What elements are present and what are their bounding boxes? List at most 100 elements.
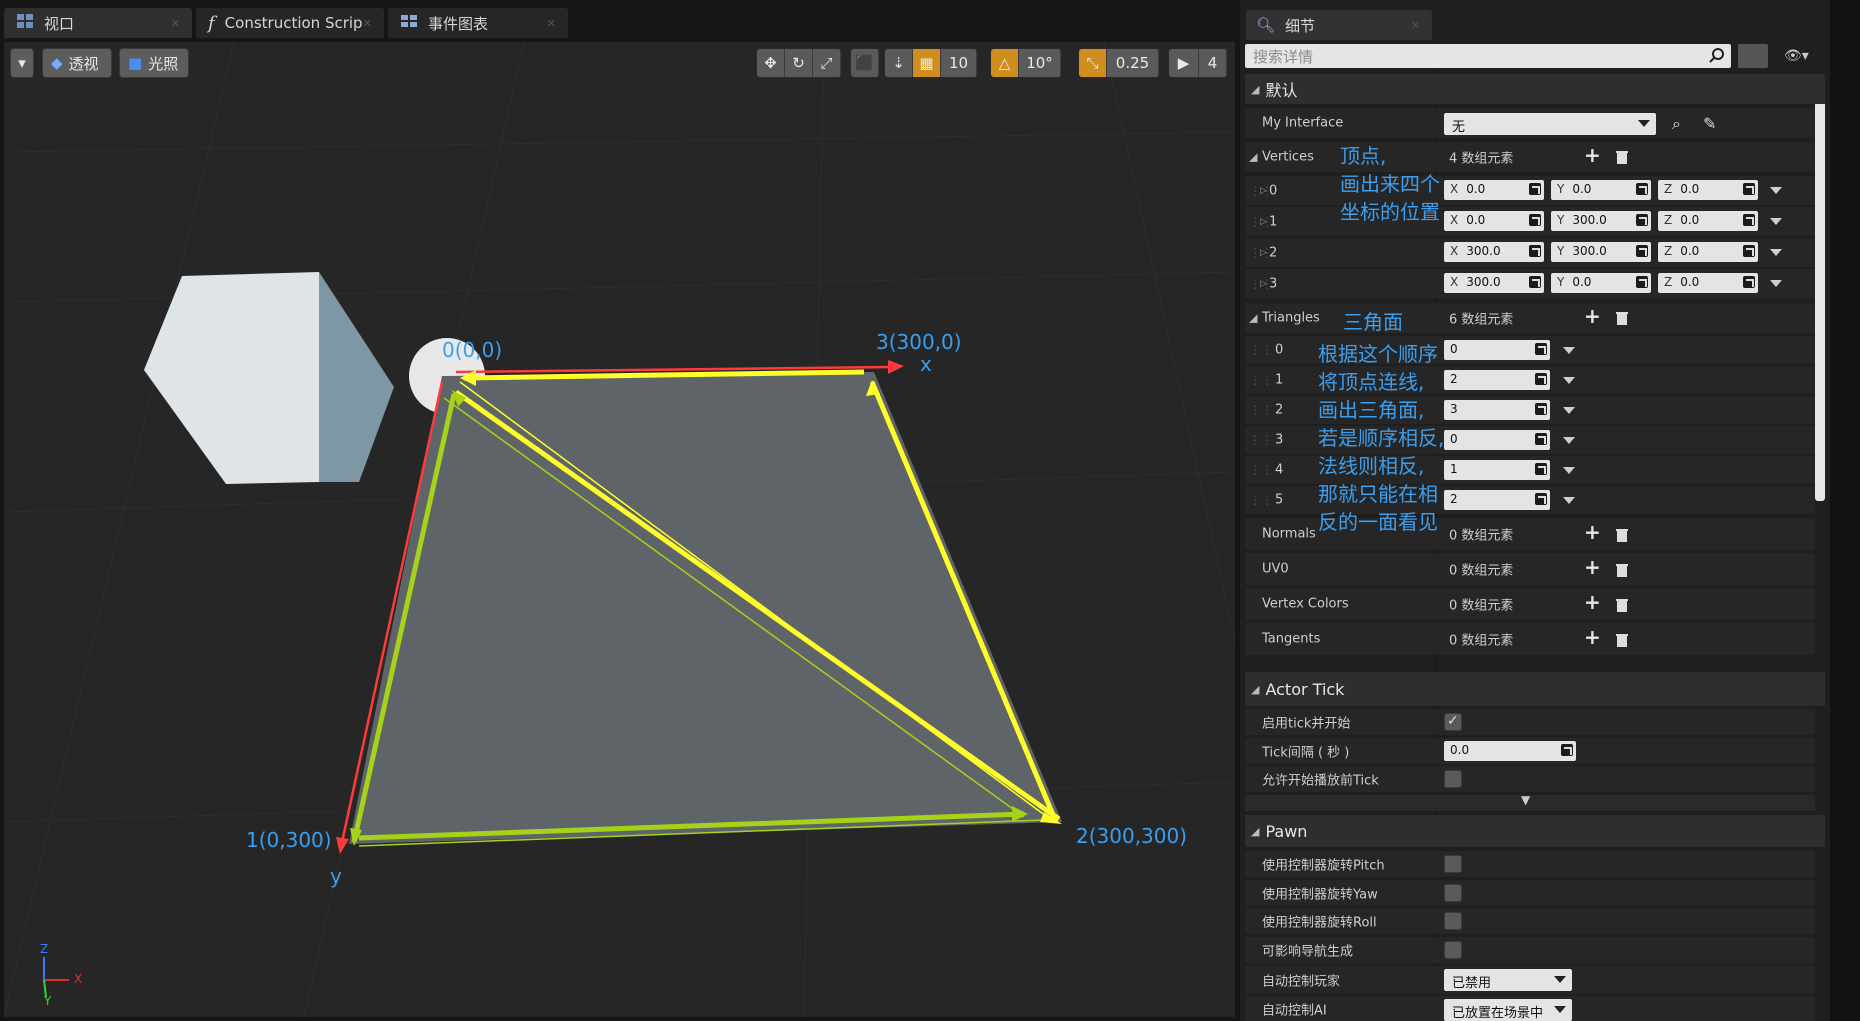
trash-icon[interactable] <box>1616 632 1628 647</box>
expand-icon[interactable]: ▷ <box>1260 217 1267 227</box>
surface-snap-icon[interactable]: ⇣ <box>885 49 913 77</box>
vertex-z-field[interactable]: Z 0.0 <box>1658 180 1758 200</box>
chevron-down-icon[interactable] <box>1563 497 1575 504</box>
auto-possess-player-select[interactable]: 已禁用 <box>1444 969 1572 991</box>
drag-handle-icon[interactable]: ⋮⋮ <box>1249 373 1273 387</box>
scale-icon[interactable]: ⤢ <box>813 49 841 77</box>
vertex-z-field[interactable]: Z 0.0 <box>1658 273 1758 293</box>
details-search-input[interactable]: 搜索详情 <box>1245 44 1731 68</box>
rotation-snap-value[interactable]: 10° <box>1019 49 1061 77</box>
perspective-button[interactable]: ◆ 透视 <box>42 48 112 78</box>
pawn-pitch-checkbox[interactable] <box>1444 855 1462 873</box>
vertex-x-field[interactable]: X 0.0 <box>1444 211 1544 231</box>
pawn-roll-checkbox[interactable] <box>1444 912 1462 930</box>
expand-icon[interactable]: ▷ <box>1260 279 1267 289</box>
add-element-icon[interactable]: + <box>1584 627 1601 647</box>
vertex-y-field[interactable]: Y 0.0 <box>1551 273 1651 293</box>
camera-speed-value[interactable]: 4 <box>1199 49 1227 77</box>
chevron-down-icon[interactable] <box>1770 249 1782 256</box>
trash-icon[interactable] <box>1616 597 1628 612</box>
trash-icon[interactable] <box>1616 527 1628 542</box>
drag-handle-icon[interactable]: ⋮⋮ <box>1249 493 1273 507</box>
close-icon[interactable]: ✕ <box>171 17 180 30</box>
vertex-z-field[interactable]: Z 0.0 <box>1658 211 1758 231</box>
chevron-down-icon[interactable] <box>1563 347 1575 354</box>
rotate-icon[interactable]: ↻ <box>785 49 813 77</box>
triangle-index-field[interactable]: 0 <box>1444 340 1550 360</box>
grid-snap-value[interactable]: 10 <box>941 49 977 77</box>
tick-interval-field[interactable]: 0.0 <box>1444 741 1576 761</box>
vertex-y-field[interactable]: Y 0.0 <box>1551 180 1651 200</box>
tab-details[interactable]: 🔍︎ 细节 ✕ <box>1246 10 1432 40</box>
collapse-icon: ◢ <box>1251 82 1260 96</box>
add-element-icon[interactable]: + <box>1584 306 1601 326</box>
vertex-y-field[interactable]: Y 300.0 <box>1551 242 1651 262</box>
close-icon[interactable]: ✕ <box>547 17 556 30</box>
scale-snap-value[interactable]: 0.25 <box>1107 49 1159 77</box>
triangle-index: 3 <box>1275 432 1284 448</box>
vertex-x-field[interactable]: X 300.0 <box>1444 242 1544 262</box>
vertex-x-field[interactable]: X 0.0 <box>1444 180 1544 200</box>
eyedropper-icon[interactable]: ✎ <box>1703 114 1716 133</box>
level-viewport[interactable]: ▾ ◆ 透视 ■ 光照 ✥ ↻ ⤢ ⬛ ⇣ ▦ 10 △ 10° ⤡ 0.25 … <box>4 42 1235 1017</box>
add-element-icon[interactable]: + <box>1584 522 1601 542</box>
allow-tick-before-play-checkbox[interactable] <box>1444 770 1462 788</box>
triangle-index-field[interactable]: 2 <box>1444 370 1550 390</box>
expand-icon[interactable]: ▷ <box>1260 248 1267 258</box>
camera-speed-icon[interactable]: ▶ <box>1169 49 1199 77</box>
section-pawn[interactable]: ◢ Pawn <box>1245 815 1825 847</box>
triangle-index-field[interactable]: 1 <box>1444 460 1550 480</box>
close-icon[interactable]: ✕ <box>1411 19 1420 32</box>
auto-possess-ai-select[interactable]: 已放置在场景中 <box>1444 999 1572 1021</box>
viewport-options-button[interactable]: ▾ <box>10 48 34 78</box>
add-element-icon[interactable]: + <box>1584 592 1601 612</box>
browse-icon[interactable]: ⌕ <box>1672 114 1681 134</box>
pawn-nav-checkbox[interactable] <box>1444 941 1462 959</box>
trash-icon[interactable] <box>1616 310 1628 325</box>
vertex-z-field[interactable]: Z 0.0 <box>1658 242 1758 262</box>
section-actor-tick[interactable]: ◢ Actor Tick <box>1245 672 1825 706</box>
triangle-index-field[interactable]: 2 <box>1444 490 1550 510</box>
chevron-down-icon[interactable] <box>1770 187 1782 194</box>
rotation-snap-icon[interactable]: △ <box>991 49 1019 77</box>
triangle-index-field[interactable]: 3 <box>1444 400 1550 420</box>
translate-icon[interactable]: ✥ <box>757 49 785 77</box>
drag-handle-icon[interactable]: ⋮⋮ <box>1249 403 1273 417</box>
scale-snap-icon[interactable]: ⤡ <box>1079 49 1107 77</box>
property-matrix-icon[interactable] <box>1738 44 1768 68</box>
drag-handle-icon[interactable]: ⋮⋮ <box>1249 463 1273 477</box>
vertex-y-field[interactable]: Y 300.0 <box>1551 211 1651 231</box>
expand-icon[interactable]: ▷ <box>1260 186 1267 196</box>
drag-handle-icon[interactable]: ⋮⋮ <box>1249 343 1273 357</box>
details-scrollbar[interactable] <box>1815 75 1825 501</box>
triangle-index-field[interactable]: 0 <box>1444 430 1550 450</box>
chevron-down-icon[interactable] <box>1770 218 1782 225</box>
chevron-down-icon[interactable] <box>1563 467 1575 474</box>
drag-handle-icon[interactable]: ⋮⋮ <box>1249 433 1273 447</box>
pawn-yaw-checkbox[interactable] <box>1444 884 1462 902</box>
close-icon[interactable]: ✕ <box>363 17 372 30</box>
trash-icon[interactable] <box>1616 149 1628 164</box>
eye-icon[interactable]: 👁︎▾ <box>1784 48 1809 64</box>
vertices-row[interactable]: ◢ Vertices 4 数组元素 <box>1245 142 1815 172</box>
add-element-icon[interactable]: + <box>1584 557 1601 577</box>
chevron-down-icon[interactable] <box>1770 280 1782 287</box>
vertex-x-field[interactable]: X 300.0 <box>1444 273 1544 293</box>
advanced-expander[interactable]: ▼ <box>1245 793 1815 811</box>
triangles-row[interactable]: ◢ Triangles 6 数组元素 <box>1245 303 1815 333</box>
grid-snap-icon[interactable]: ▦ <box>913 49 941 77</box>
trash-icon[interactable] <box>1616 562 1628 577</box>
my-interface-select[interactable]: 无 <box>1444 113 1656 135</box>
lit-mode-button[interactable]: ■ 光照 <box>119 48 189 78</box>
chevron-down-icon[interactable] <box>1563 377 1575 384</box>
world-space-icon[interactable]: ⬛ <box>851 49 879 77</box>
tab-construction-script[interactable]: f Construction Scrip ✕ <box>196 8 384 38</box>
chevron-down-icon[interactable] <box>1563 407 1575 414</box>
tab-viewport[interactable]: 视口 ✕ <box>4 8 192 38</box>
section-default[interactable]: ◢ 默认 <box>1245 74 1825 104</box>
chevron-down-icon[interactable] <box>1563 437 1575 444</box>
grid-snap-toolbar: ⇣ ▦ 10 <box>884 48 978 78</box>
start-with-tick-checkbox[interactable]: ✓ <box>1444 713 1462 731</box>
add-element-icon[interactable]: + <box>1584 145 1601 165</box>
tab-event-graph[interactable]: 事件图表 ✕ <box>388 8 568 38</box>
